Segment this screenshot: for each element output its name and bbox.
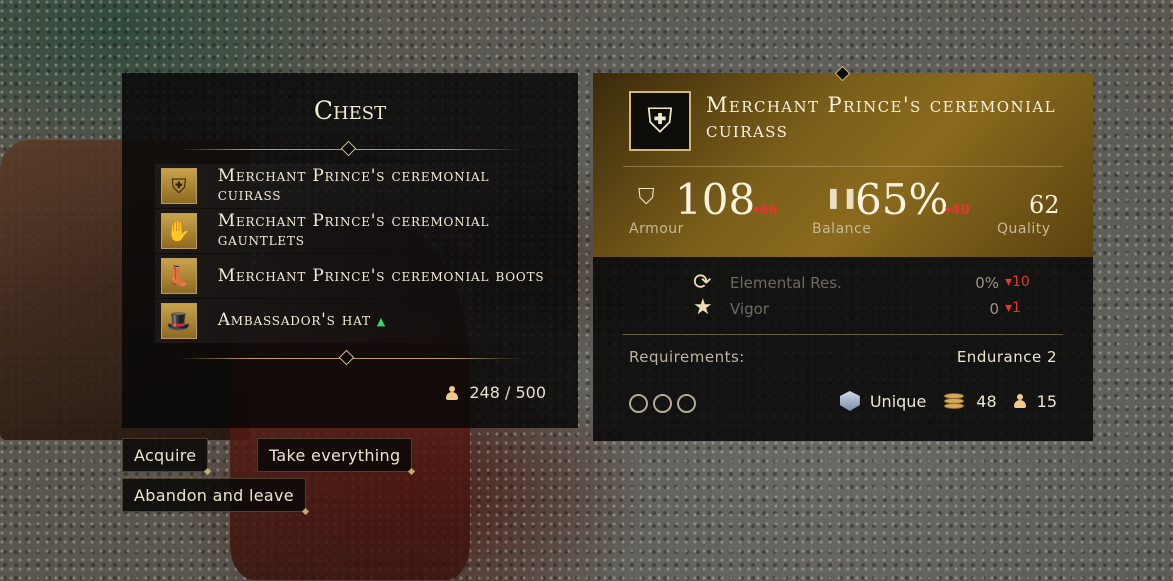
gauntlets-icon: ✋	[161, 213, 197, 249]
chest-item-hat[interactable]: 🎩 Ambassador's hat ▲	[155, 299, 555, 343]
item-detail-name: Merchant Prince's ceremonial cuirass	[706, 93, 1056, 142]
requirements-divider	[623, 334, 1063, 335]
armour-value: 108	[675, 175, 756, 224]
price-value: 48	[976, 391, 997, 411]
balance-delta: ▾40	[945, 203, 970, 218]
armour-shield-icon: ⛉	[638, 185, 655, 210]
chest-title: Chest	[313, 96, 387, 125]
armour-label: Armour	[629, 221, 684, 237]
rarity-label: Unique	[869, 391, 927, 411]
vigor-star-icon: ★	[693, 295, 713, 320]
balance-value: 65%	[855, 175, 949, 224]
chest-item-cuirass[interactable]: ⛨ Merchant Prince's ceremonial cuirass	[155, 164, 555, 208]
detail-header-divider	[623, 166, 1063, 167]
vigor-value: 0	[989, 300, 999, 318]
take-everything-button[interactable]: Take everything	[257, 438, 413, 472]
weight-value: 248 / 500	[469, 383, 546, 402]
requirements-label: Requirements:	[629, 348, 745, 366]
cuirass-icon: ⛨	[629, 91, 691, 151]
item-name: Merchant Prince's ceremonial cuirass	[217, 166, 490, 205]
item-name: Merchant Prince's ceremonial boots	[217, 265, 545, 286]
abandon-and-leave-button[interactable]: Abandon and leave	[122, 478, 306, 512]
rune-slot-2[interactable]	[653, 394, 672, 413]
balance-label: Balance	[812, 221, 872, 237]
cuirass-icon: ⛨	[161, 168, 197, 204]
balance-icon: ❚❚	[825, 185, 859, 209]
item-footer: Unique 48 15	[839, 391, 1057, 411]
acquire-button[interactable]: Acquire	[122, 438, 209, 472]
item-name: Ambassador's hat ▲	[218, 311, 555, 331]
chest-item-gauntlets[interactable]: ✋ Merchant Prince's ceremonial gauntlets	[155, 209, 555, 253]
item-name: Merchant Prince's ceremonial gauntlets	[217, 211, 490, 250]
vigor-label: Vigor	[730, 300, 769, 318]
elemental-res-icon: ⟳	[693, 270, 712, 295]
upgrade-arrow-icon: ▲	[376, 315, 387, 328]
rune-slot-3[interactable]	[677, 394, 696, 413]
item-weight-value: 15	[1036, 391, 1057, 411]
item-name-text: Ambassador's hat	[217, 310, 371, 330]
quality-label: Quality	[997, 221, 1051, 237]
rune-slot-1[interactable]	[629, 394, 648, 413]
chest-weight: 248 / 500	[445, 383, 546, 402]
elemental-res-value: 0%	[975, 274, 999, 292]
weight-icon	[445, 385, 459, 400]
elemental-res-label: Elemental Res.	[730, 274, 842, 292]
coins-icon	[942, 391, 966, 411]
elemental-res-delta: ▾10	[1005, 274, 1030, 290]
hat-icon: 🎩	[161, 303, 197, 339]
requirements-value: Endurance 2	[956, 348, 1057, 366]
armour-delta: ▾66	[753, 203, 778, 218]
unique-rarity-icon	[839, 391, 860, 411]
quality-value: 62	[1029, 191, 1060, 219]
boots-icon: 👢	[161, 258, 197, 294]
vigor-delta: ▾1	[1005, 300, 1021, 316]
chest-item-boots[interactable]: 👢 Merchant Prince's ceremonial boots	[155, 254, 555, 298]
item-detail-panel: ⛨ Merchant Prince's ceremonial cuirass ⛉…	[593, 65, 1093, 441]
weight-icon	[1013, 394, 1027, 408]
